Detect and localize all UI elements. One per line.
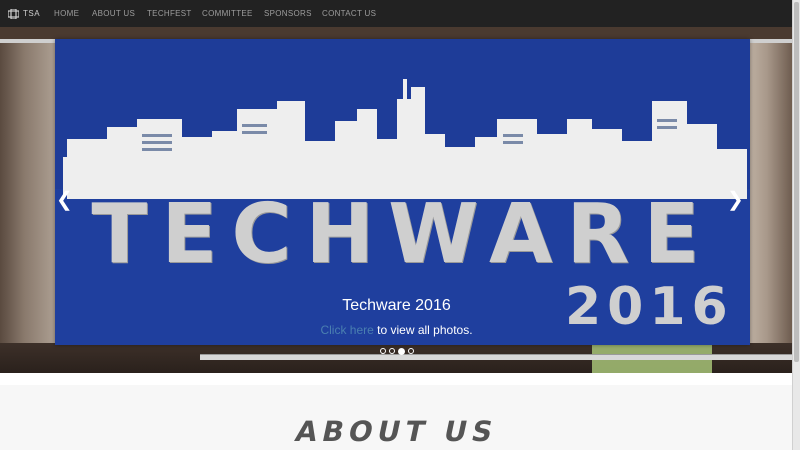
caption-title: Techware 2016 [342,297,451,314]
nav-link-committee[interactable]: COMMITTEE [202,0,253,27]
carousel-indicator-active[interactable] [397,348,405,355]
caption-subtitle: Click here to view all photos. [0,323,793,337]
carousel-indicators [0,348,793,355]
top-navbar: TSA HOME ABOUT US TECHFEST COMMITTEE SPO… [0,0,793,27]
about-heading: ABOUT US [292,415,501,448]
chevron-right-icon[interactable]: ❯ [727,190,744,210]
nav-link-home[interactable]: HOME [54,0,79,27]
carousel-indicator[interactable] [388,348,395,354]
view-photos-link[interactable]: Click here [320,323,373,337]
carousel-indicator[interactable] [379,348,386,354]
photo-ceiling [0,27,793,39]
carousel-indicator[interactable] [407,348,414,354]
banner-techware-text: TECHWARE [91,187,714,282]
about-top-strip [0,373,793,385]
brand-name: TSA [23,9,41,18]
about-section: ABOUT US [0,373,793,450]
brand-link[interactable]: TSA [8,0,40,27]
caption-subtitle-text: to view all photos. [373,323,473,337]
scrollbar-thumb[interactable] [794,2,799,362]
page-scrollbar[interactable] [792,0,800,450]
nav-link-about-us[interactable]: ABOUT US [92,0,135,27]
nav-link-contact-us[interactable]: CONTACT US [322,0,376,27]
chevron-left-icon[interactable]: ❮ [56,190,73,210]
tsa-logo-icon [8,8,19,19]
hero-carousel: TECHWARE 2016 ❮ ❯ Techware 2016 Click he… [0,27,793,373]
nav-link-techfest[interactable]: TECHFEST [147,0,192,27]
nav-link-sponsors[interactable]: SPONSORS [264,0,312,27]
carousel-caption: Techware 2016 Click here to view all pho… [0,297,793,337]
